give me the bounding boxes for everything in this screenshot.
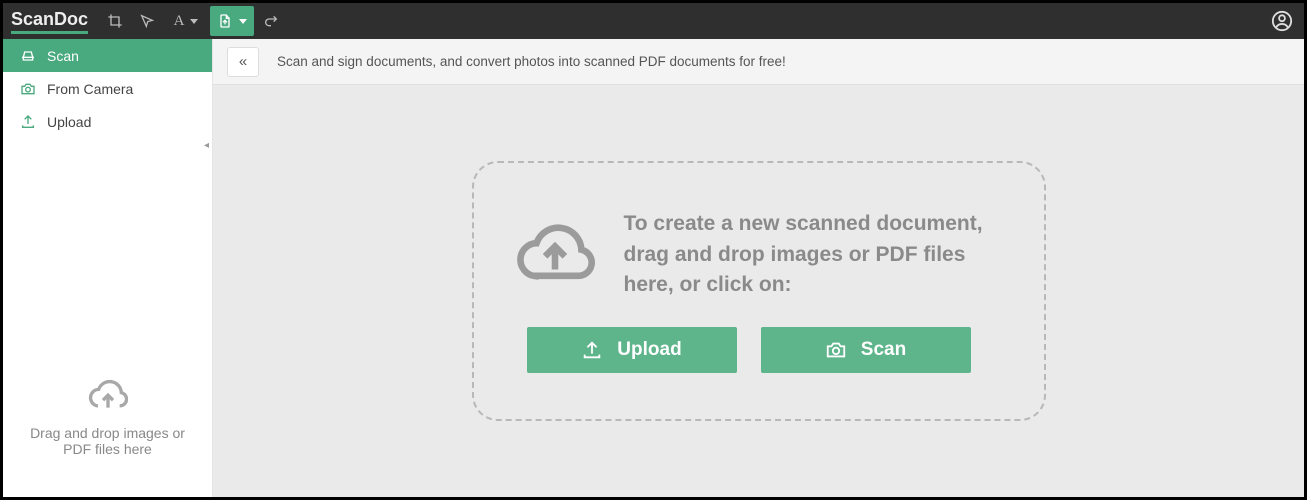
file-tool-dropdown[interactable] (210, 6, 254, 36)
scan-button[interactable]: Scan (761, 327, 971, 373)
sidebar-drop-hint-line1: Drag and drop images or (30, 425, 185, 441)
chevron-down-icon (239, 19, 247, 24)
camera-icon (19, 81, 37, 97)
info-bar-text: Scan and sign documents, and convert pho… (277, 54, 786, 69)
main-dropzone[interactable]: To create a new scanned document, drag a… (472, 161, 1046, 420)
cursor-icon[interactable] (132, 6, 162, 36)
cloud-upload-icon (514, 220, 596, 291)
sidebar-item-label: From Camera (47, 81, 133, 97)
user-account-icon[interactable] (1268, 7, 1296, 35)
sidebar-drop-hint-line2: PDF files here (30, 441, 185, 457)
dropzone-text: To create a new scanned document, drag a… (624, 209, 984, 300)
collapse-sidebar-button[interactable]: « (227, 47, 259, 77)
sidebar-item-label: Scan (47, 48, 79, 64)
sidebar-item-upload[interactable]: Upload (3, 105, 212, 138)
sidebar-item-label: Upload (47, 114, 91, 130)
scanner-icon (19, 48, 37, 64)
sidebar-item-scan[interactable]: Scan (3, 39, 212, 72)
sidebar-drop-hint[interactable]: Drag and drop images or PDF files here (30, 376, 185, 457)
redo-icon[interactable] (256, 6, 286, 36)
file-icon (217, 13, 233, 29)
top-toolbar: ScanDoc A (3, 3, 1304, 39)
chevron-down-icon (190, 19, 198, 24)
sidebar-item-from-camera[interactable]: From Camera (3, 72, 212, 105)
text-tool-label: A (174, 13, 185, 30)
crop-icon[interactable] (100, 6, 130, 36)
scan-button-label: Scan (861, 339, 906, 361)
main-area: « Scan and sign documents, and convert p… (213, 39, 1304, 497)
camera-icon (825, 339, 847, 361)
upload-button[interactable]: Upload (527, 327, 737, 373)
upload-icon (581, 339, 603, 361)
sidebar-resize-handle[interactable]: ◂ (204, 142, 212, 150)
app-brand[interactable]: ScanDoc (11, 9, 88, 34)
upload-button-label: Upload (617, 339, 681, 361)
sidebar: Scan From Camera (3, 39, 213, 497)
info-bar: « Scan and sign documents, and convert p… (213, 39, 1304, 85)
cloud-upload-icon (88, 376, 128, 416)
upload-icon (19, 114, 37, 130)
text-tool-dropdown[interactable]: A (164, 6, 208, 36)
